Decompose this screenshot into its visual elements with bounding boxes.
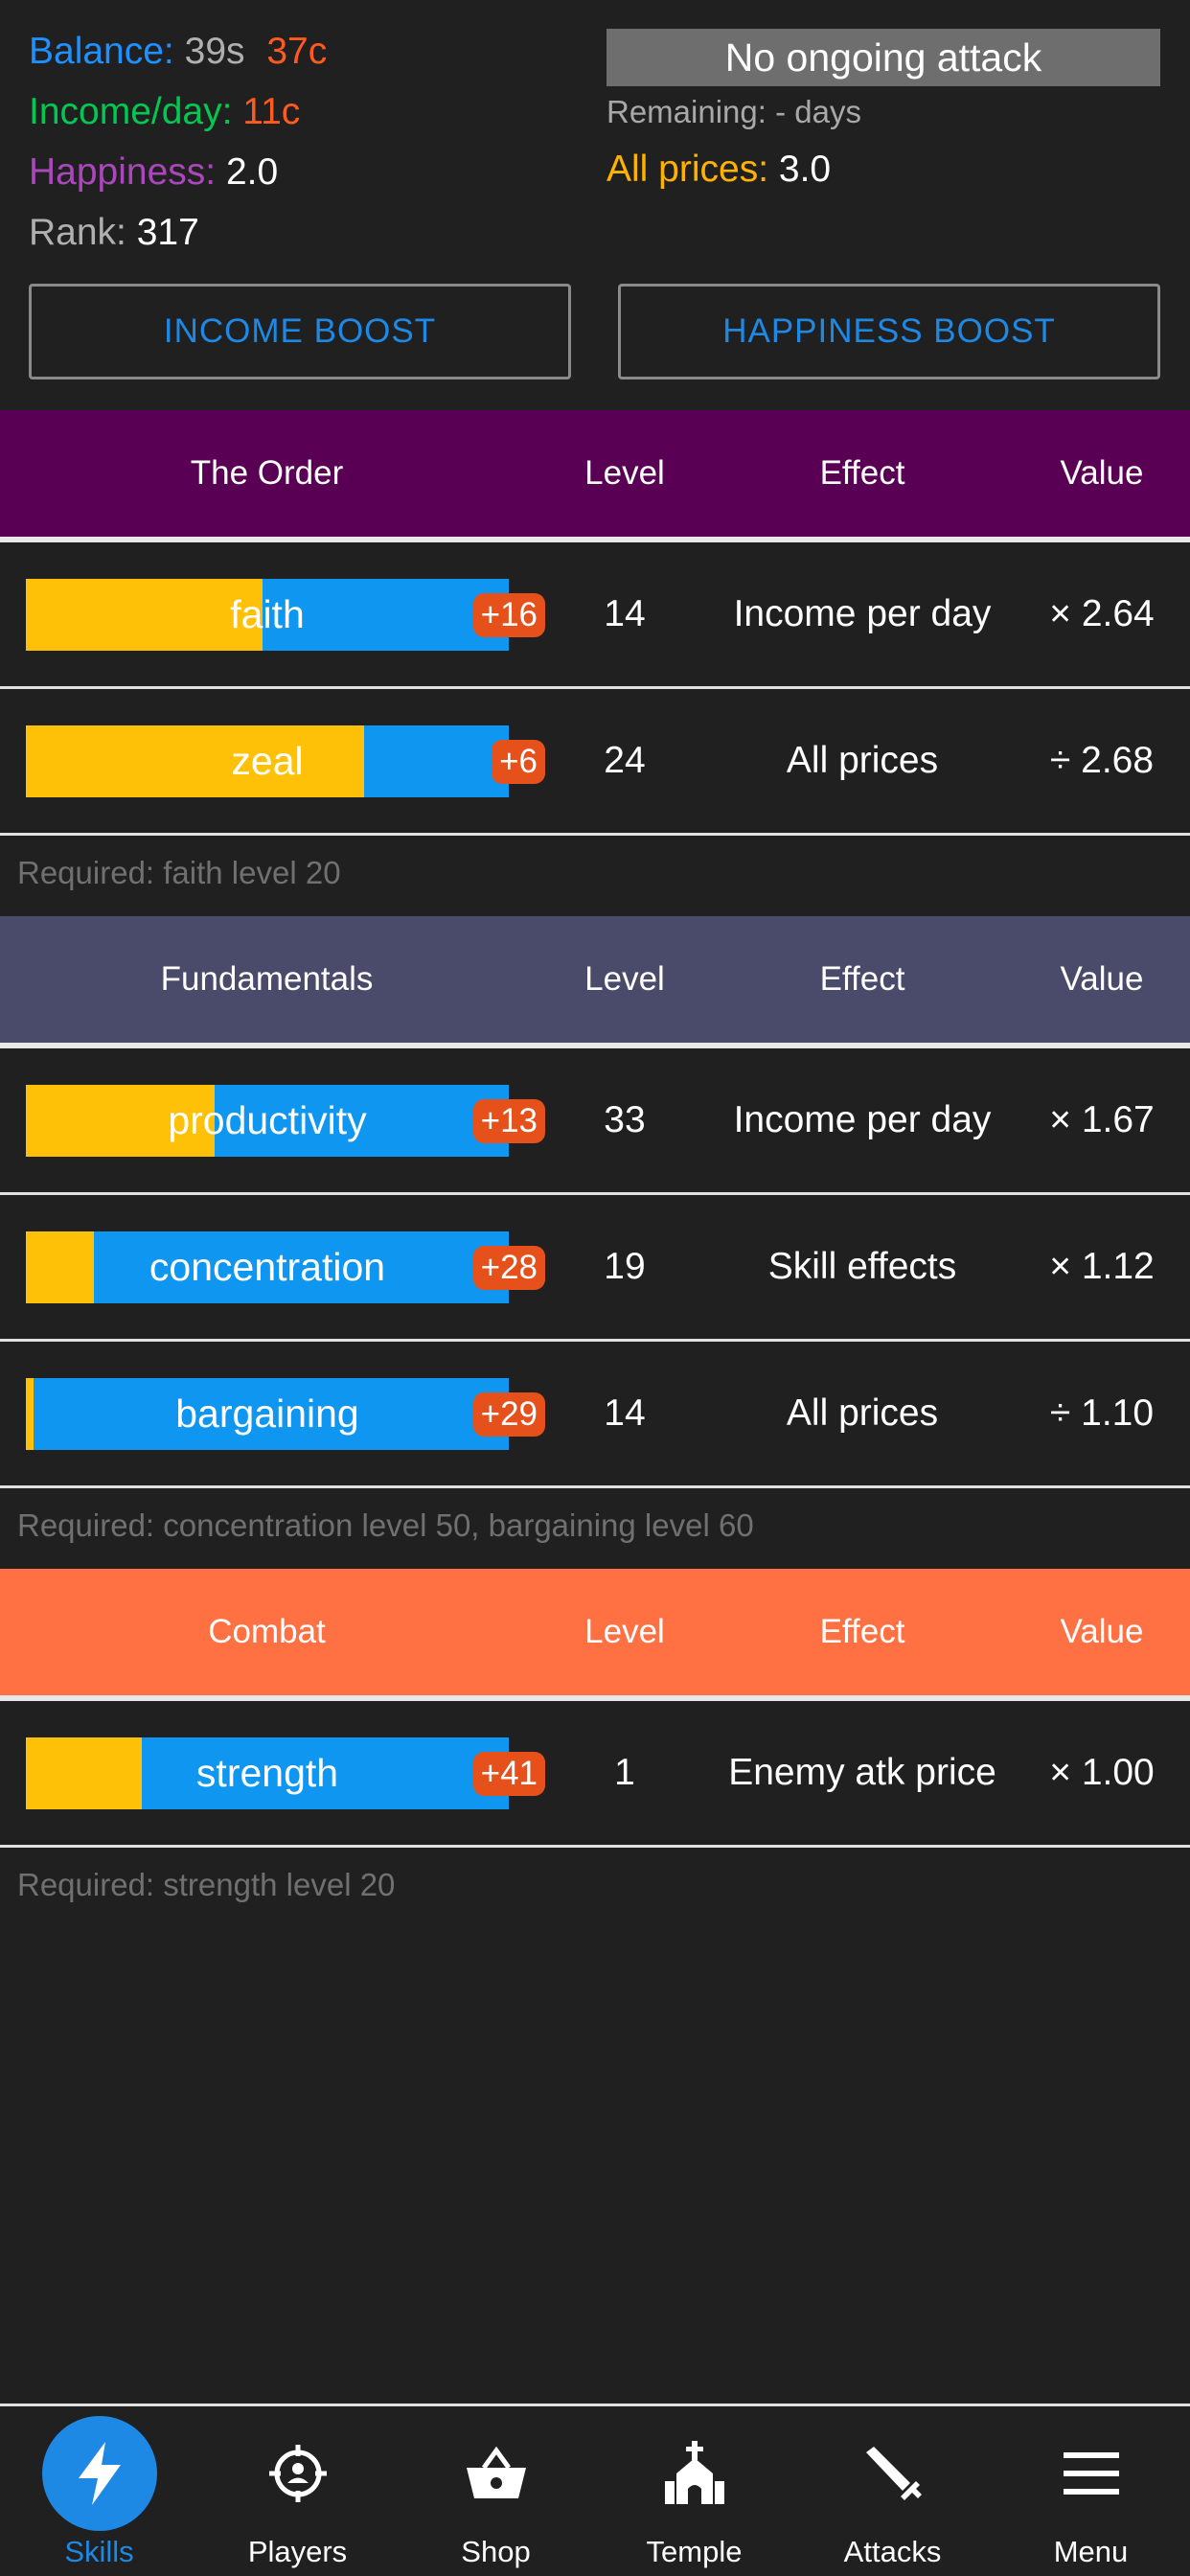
skill-progress-bar[interactable]: faith +16 — [26, 579, 545, 651]
nav-shop[interactable]: Shop — [397, 2406, 595, 2576]
column-value: Value — [1060, 1613, 1144, 1650]
skill-name: concentration — [149, 1245, 386, 1289]
skill-value: × 1.00 — [1049, 1752, 1155, 1793]
bolt-icon — [41, 2416, 157, 2531]
prices-value: 3.0 — [778, 149, 832, 190]
balance-copper: 37c — [266, 31, 328, 72]
happiness-boost-button[interactable]: HAPPINESS BOOST — [618, 284, 1160, 380]
skill-progress-bar[interactable]: productivity +13 — [26, 1085, 545, 1157]
skill-name: bargaining — [175, 1392, 359, 1436]
skill-boost-badge: +29 — [472, 1392, 545, 1437]
skill-boost-badge: +28 — [472, 1246, 545, 1290]
skill-level: 1 — [614, 1752, 635, 1793]
nav-label: Players — [247, 2535, 348, 2568]
section-requirement: Required: strength level 20 — [17, 1867, 396, 1902]
basket-icon — [439, 2416, 554, 2531]
skill-boost-badge: +41 — [472, 1752, 545, 1796]
income-value: 11c — [242, 91, 301, 132]
section-title: Fundamentals — [160, 960, 374, 998]
skill-level: 14 — [604, 593, 646, 634]
nav-label: Shop — [461, 2535, 531, 2568]
column-value: Value — [1060, 960, 1144, 998]
section-header: Combat Level Effect Value — [0, 1569, 1190, 1701]
section-header: Fundamentals Level Effect Value — [0, 916, 1190, 1048]
happiness-stat: Happiness: 2.0 — [29, 151, 278, 194]
crosshair-icon — [240, 2416, 355, 2531]
skill-effect: All prices — [786, 1392, 939, 1434]
nav-menu[interactable]: Menu — [992, 2406, 1190, 2576]
section-requirement: Required: concentration level 50, bargai… — [17, 1507, 754, 1543]
column-level: Level — [584, 454, 665, 492]
section-requirement: Required: faith level 20 — [17, 855, 341, 890]
skill-effect: Enemy atk price — [728, 1752, 996, 1793]
skill-effect: Skill effects — [767, 1246, 957, 1287]
skill-value: × 2.64 — [1049, 593, 1155, 634]
skill-progress-bar[interactable]: bargaining +29 — [26, 1378, 545, 1450]
prices-stat: All prices: 3.0 — [606, 149, 831, 191]
skill-boost-badge: +16 — [472, 593, 545, 637]
skill-boost-badge: +13 — [472, 1099, 545, 1143]
nav-label: Skills — [64, 2535, 134, 2568]
skill-effect: Income per day — [733, 1099, 992, 1140]
attack-remaining: Remaining: - days — [606, 94, 861, 129]
skill-value: ÷ 2.68 — [1049, 740, 1155, 781]
skill-level: 19 — [604, 1246, 646, 1287]
nav-label: Menu — [1053, 2535, 1129, 2568]
skill-name: productivity — [168, 1098, 367, 1142]
skill-value: ÷ 1.10 — [1049, 1392, 1155, 1434]
skill-name: faith — [230, 592, 305, 636]
rank-value: 317 — [136, 212, 199, 253]
happiness-value: 2.0 — [225, 151, 279, 193]
column-level: Level — [584, 960, 665, 998]
column-effect: Effect — [819, 1613, 905, 1650]
nav-attacks[interactable]: Attacks — [793, 2406, 992, 2576]
skill-level: 24 — [604, 740, 646, 781]
skill-row-bargaining[interactable]: bargaining +29 14 All prices ÷ 1.10 — [0, 1342, 1190, 1488]
skill-boost-badge: +6 — [492, 740, 545, 784]
section-title: Combat — [208, 1613, 326, 1650]
nav-temple[interactable]: Temple — [595, 2406, 793, 2576]
section-header: The Order Level Effect Value — [0, 410, 1190, 542]
balance-label: Balance: — [29, 31, 174, 72]
skill-row-strength[interactable]: strength +41 1 Enemy atk price × 1.00 — [0, 1701, 1190, 1848]
prices-label: All prices: — [606, 149, 769, 190]
menu-icon — [1034, 2416, 1149, 2531]
skill-row-concentration[interactable]: concentration +28 19 Skill effects × 1.12 — [0, 1195, 1190, 1342]
column-value: Value — [1060, 454, 1144, 492]
attack-status: No ongoing attack — [606, 29, 1160, 86]
income-boost-button[interactable]: INCOME BOOST — [29, 284, 571, 380]
skill-progress-bar[interactable]: strength +41 — [26, 1737, 545, 1809]
balance-silver: 39s — [184, 31, 245, 72]
nav-label: Temple — [646, 2535, 743, 2568]
rank-label: Rank: — [29, 212, 126, 253]
column-effect: Effect — [819, 960, 905, 998]
church-icon — [637, 2416, 752, 2531]
sword-icon — [835, 2416, 950, 2531]
income-label: Income/day: — [29, 91, 233, 132]
nav-label: Attacks — [843, 2535, 942, 2568]
skill-progress-bar[interactable]: concentration +28 — [26, 1231, 545, 1303]
section-title: The Order — [190, 454, 344, 492]
income-stat: Income/day: 11c — [29, 91, 300, 133]
bottom-nav: Skills Players Shop Temple Attacks Menu — [0, 2404, 1190, 2576]
column-effect: Effect — [819, 454, 905, 492]
nav-skills[interactable]: Skills — [0, 2406, 198, 2576]
balance-stat: Balance: 39s 37c — [29, 31, 327, 73]
skill-effect: Income per day — [733, 593, 992, 634]
nav-players[interactable]: Players — [198, 2406, 397, 2576]
skill-level: 33 — [604, 1099, 646, 1140]
column-level: Level — [584, 1613, 665, 1650]
skill-row-productivity[interactable]: productivity +13 33 Income per day × 1.67 — [0, 1048, 1190, 1195]
skill-value: × 1.12 — [1049, 1246, 1155, 1287]
skill-value: × 1.67 — [1049, 1099, 1155, 1140]
skill-name: strength — [195, 1751, 339, 1795]
rank-stat: Rank: 317 — [29, 212, 199, 254]
skill-name: zeal — [231, 739, 304, 783]
happiness-label: Happiness: — [29, 151, 217, 193]
skill-row-zeal[interactable]: zeal +6 24 All prices ÷ 2.68 — [0, 689, 1190, 836]
skill-row-faith[interactable]: faith +16 14 Income per day × 2.64 — [0, 542, 1190, 689]
skill-effect: All prices — [786, 740, 939, 781]
skill-level: 14 — [604, 1392, 646, 1434]
skill-progress-bar[interactable]: zeal +6 — [26, 725, 545, 797]
